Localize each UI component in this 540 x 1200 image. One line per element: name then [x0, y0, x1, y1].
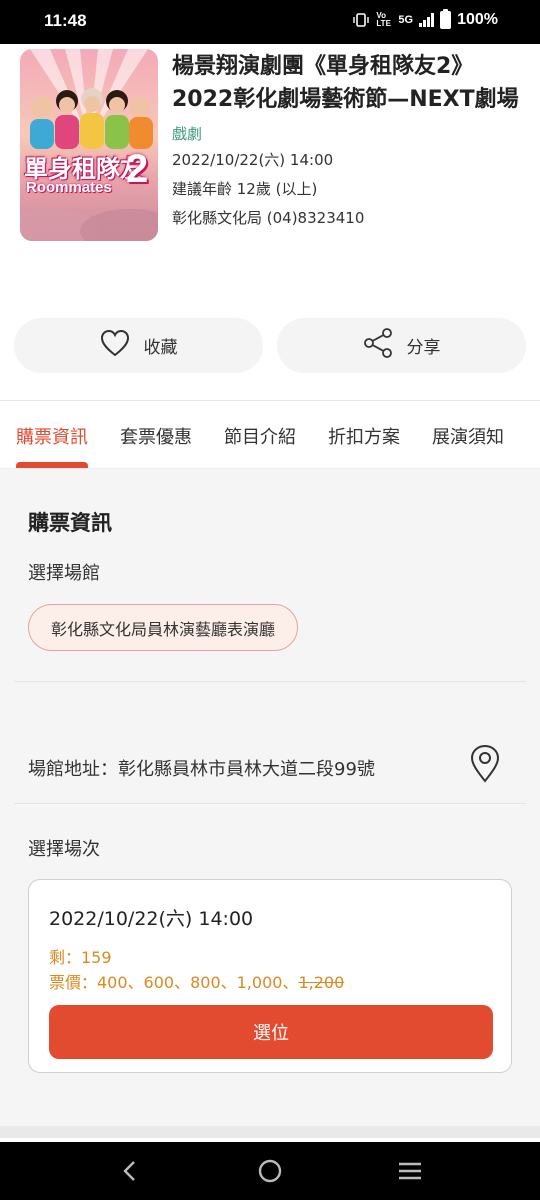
price-soldout: 1,200: [298, 973, 345, 992]
tab-program-intro[interactable]: 節目介紹: [208, 402, 312, 468]
share-button[interactable]: 分享: [277, 318, 526, 373]
action-row: 收藏 分享: [14, 318, 526, 373]
section-title: 購票資訊: [28, 511, 112, 535]
app-content: 單身租隊友 2 Roommates 楊景翔演劇團《單身租隊友2》2022彰化劇場…: [0, 44, 540, 1142]
select-session-label: 選擇場次: [28, 839, 100, 860]
venue-chip[interactable]: 彰化縣文化局員林演藝廳表演廳: [28, 604, 299, 651]
map-pin-icon[interactable]: [468, 744, 502, 787]
session-price: 票價：400、600、800、1,000、1,200: [49, 969, 344, 993]
event-title: 楊景翔演劇團《單身租隊友2》2022彰化劇場藝術節—NEXT劇場: [172, 54, 519, 112]
session-remaining: 剩：159: [49, 948, 112, 967]
tab-notice[interactable]: 展演須知: [416, 402, 520, 468]
share-icon: [363, 328, 393, 363]
poster-title-en: Roommates: [26, 179, 112, 196]
price-list: 票價：400、600、800、1,000、: [49, 973, 299, 992]
favorite-label: 收藏: [143, 338, 178, 358]
status-indicators: Vo LTE 5G 100%: [352, 9, 498, 29]
bottom-strip: [0, 1126, 540, 1138]
signal-icon: [419, 13, 435, 27]
volte-label: Vo LTE: [376, 11, 391, 28]
tab-discounts[interactable]: 折扣方案: [312, 402, 416, 468]
battery-percent: 100%: [457, 11, 498, 28]
favorite-button[interactable]: 收藏: [14, 318, 263, 373]
recents-icon[interactable]: [390, 1151, 430, 1191]
heart-icon: [100, 329, 130, 362]
system-nav-bar: [0, 1142, 540, 1200]
divider: [14, 803, 526, 804]
event-age: 建議年齡 12歲 (以上): [172, 180, 318, 198]
network-label: 5G: [398, 14, 414, 26]
tab-package-deals[interactable]: 套票優惠: [104, 402, 208, 468]
share-label: 分享: [406, 338, 441, 358]
divider: [14, 681, 526, 682]
event-category[interactable]: 戲劇: [172, 122, 522, 146]
select-venue-label: 選擇場館: [28, 563, 100, 584]
event-datetime: 2022/10/22(六) 14:00: [172, 151, 334, 169]
tab-bar: 購票資訊 套票優惠 節目介紹 折扣方案 展演須知: [0, 402, 540, 468]
home-icon[interactable]: [250, 1151, 290, 1191]
venue-address: 場館地址：彰化縣員林市員林大道二段99號: [28, 759, 375, 780]
vibrate-icon: [352, 13, 370, 27]
status-bar: 11:48 Vo LTE 5G 100%: [0, 0, 540, 44]
select-seat-button[interactable]: 選位: [49, 1005, 493, 1059]
status-time: 11:48: [44, 11, 87, 30]
battery-icon: [440, 9, 452, 29]
divider: [0, 400, 540, 401]
event-poster: 單身租隊友 2 Roommates: [20, 49, 158, 241]
event-info: 楊景翔演劇團《單身租隊友2》2022彰化劇場藝術節—NEXT劇場 戲劇 2022…: [172, 50, 522, 233]
session-card: 2022/10/22(六) 14:00 剩：159 票價：400、600、800…: [28, 879, 512, 1073]
event-header: 單身租隊友 2 Roommates 楊景翔演劇團《單身租隊友2》2022彰化劇場…: [0, 44, 540, 314]
poster-number: 2: [126, 147, 149, 191]
session-datetime: 2022/10/22(六) 14:00: [49, 908, 254, 930]
tab-ticket-info[interactable]: 購票資訊: [0, 402, 104, 468]
event-organizer: 彰化縣文化局 (04)8323410: [172, 209, 365, 227]
back-icon[interactable]: [110, 1151, 150, 1191]
ticket-info-section: 購票資訊 選擇場館 彰化縣文化局員林演藝廳表演廳 場館地址：彰化縣員林市員林大道…: [0, 468, 540, 1138]
